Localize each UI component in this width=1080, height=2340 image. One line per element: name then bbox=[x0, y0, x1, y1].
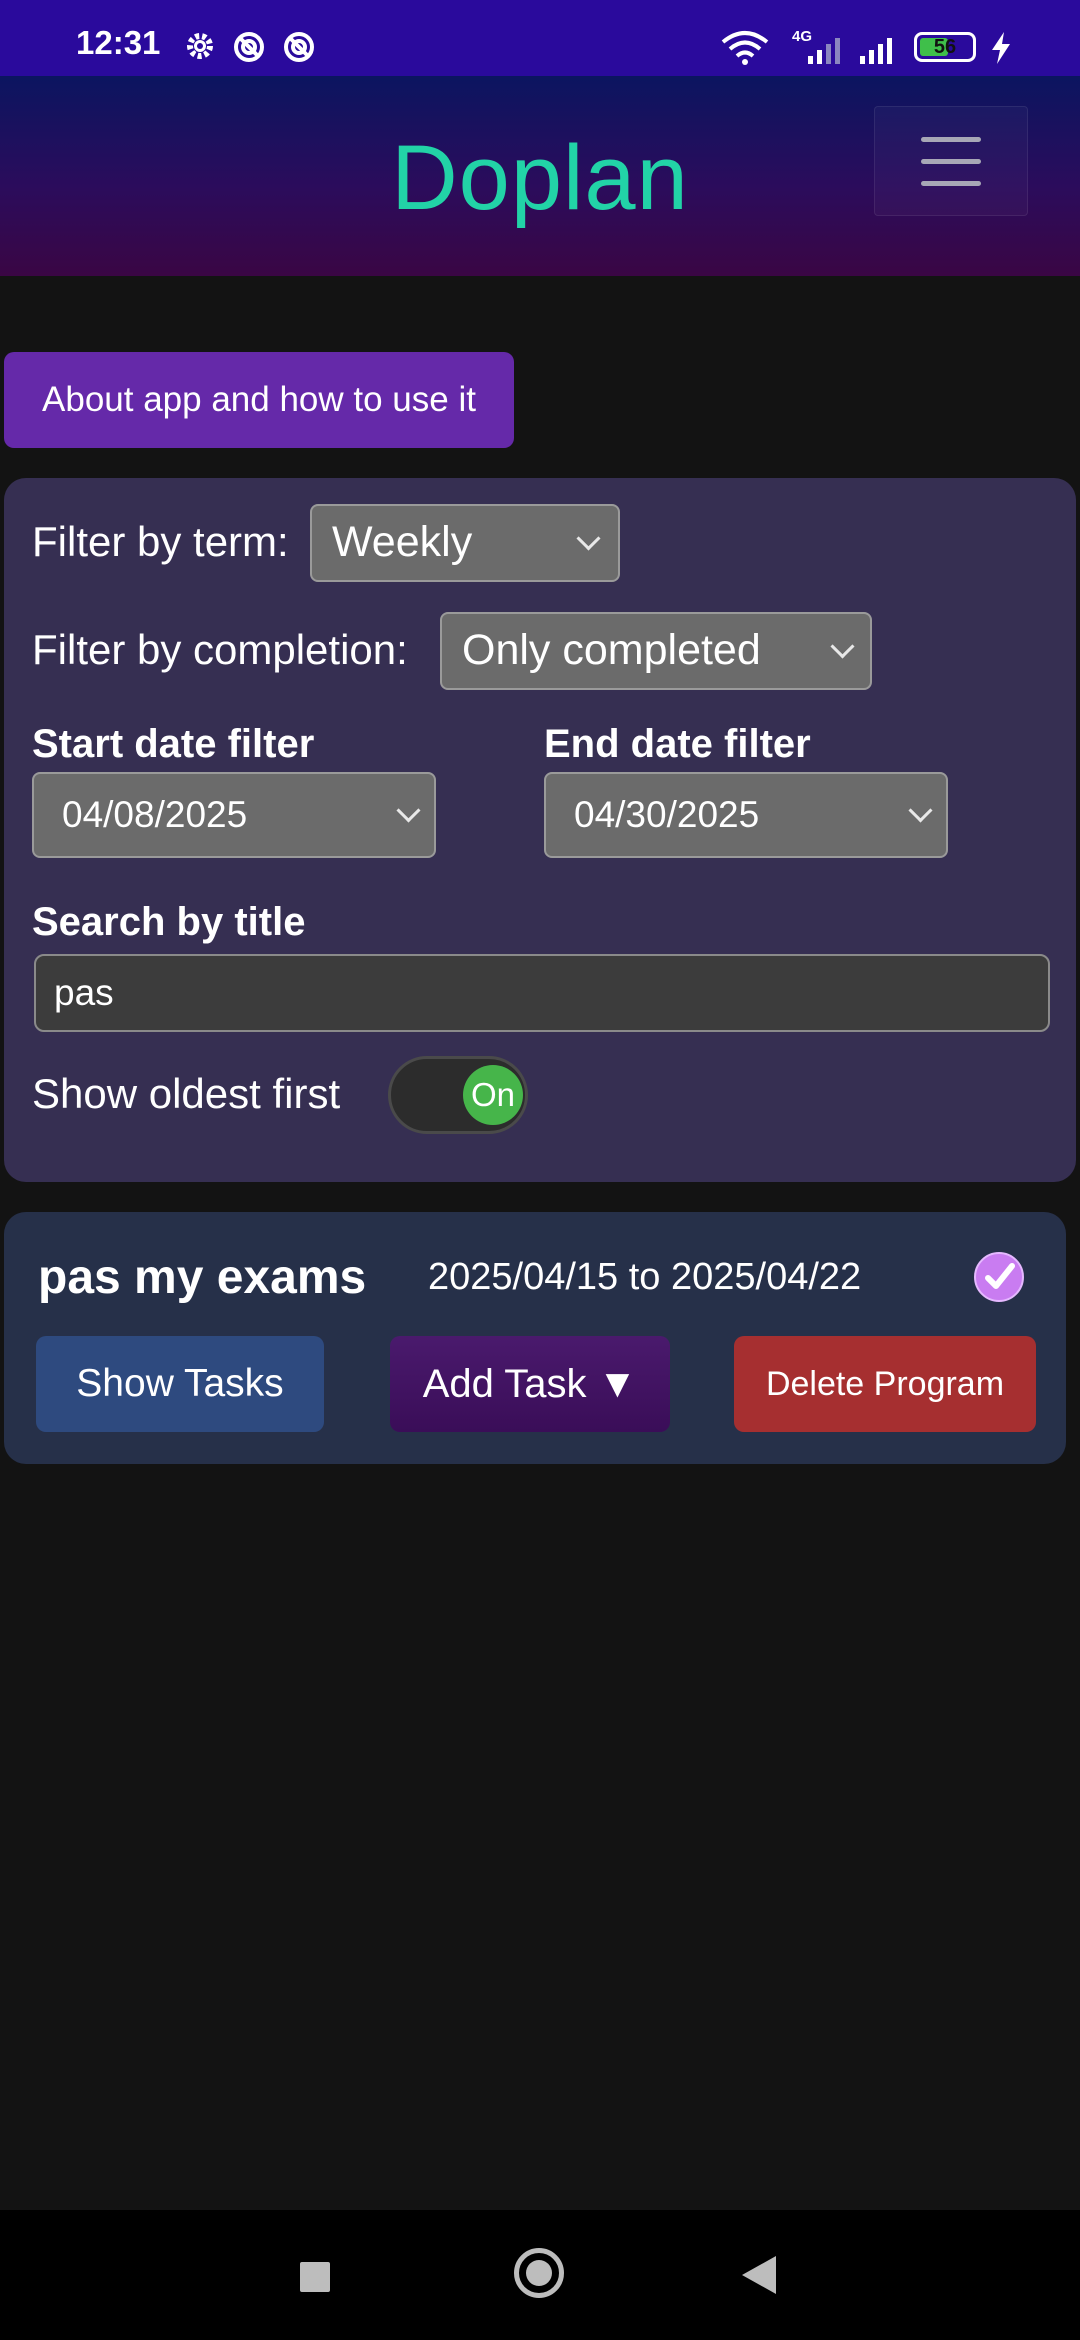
battery-level: 56 bbox=[933, 36, 957, 58]
wifi-icon bbox=[721, 31, 769, 65]
search-label: Search by title bbox=[32, 900, 306, 944]
signal-icon bbox=[808, 38, 840, 64]
data-saver-icon bbox=[234, 32, 264, 62]
back-icon[interactable] bbox=[742, 2256, 776, 2294]
chevron-down-icon bbox=[576, 526, 601, 551]
show-tasks-button[interactable]: Show Tasks bbox=[36, 1336, 324, 1432]
toggle-state: On bbox=[463, 1065, 523, 1125]
program-dates: 2025/04/15 to 2025/04/22 bbox=[428, 1256, 862, 1298]
app-header: Doplan bbox=[0, 76, 1080, 276]
check-circle-icon[interactable] bbox=[974, 1252, 1024, 1302]
start-date-label: Start date filter bbox=[32, 722, 315, 766]
oldest-first-toggle[interactable]: On bbox=[388, 1056, 528, 1134]
end-date-label: End date filter bbox=[544, 722, 811, 766]
start-date-value: 04/08/2025 bbox=[62, 794, 248, 835]
delete-program-button[interactable]: Delete Program bbox=[734, 1336, 1036, 1432]
gear-icon bbox=[187, 33, 213, 59]
program-card: pas my exams 2025/04/15 to 2025/04/22 Sh… bbox=[4, 1212, 1066, 1464]
chevron-down-icon bbox=[396, 798, 421, 823]
end-date-select[interactable]: 04/30/2025 bbox=[544, 772, 948, 858]
program-title: pas my exams bbox=[38, 1251, 367, 1304]
completion-filter-label: Filter by completion: bbox=[32, 626, 408, 673]
charging-icon bbox=[992, 32, 1010, 64]
term-filter-value: Weekly bbox=[332, 518, 473, 566]
chevron-down-icon bbox=[830, 634, 855, 659]
completion-filter-value: Only completed bbox=[462, 626, 761, 674]
add-task-button[interactable]: Add Task ▼ bbox=[390, 1336, 670, 1432]
home-icon[interactable] bbox=[514, 2248, 564, 2298]
recents-icon[interactable] bbox=[300, 2262, 330, 2292]
battery-icon: 56 bbox=[914, 32, 976, 62]
signal-icon bbox=[860, 38, 892, 64]
menu-button[interactable] bbox=[874, 106, 1028, 216]
search-input[interactable] bbox=[34, 954, 1050, 1032]
end-date-value: 04/30/2025 bbox=[574, 794, 760, 835]
status-bar: 12:31 4G 56 bbox=[0, 0, 1080, 76]
about-app-button[interactable]: About app and how to use it bbox=[4, 352, 514, 448]
start-date-select[interactable]: 04/08/2025 bbox=[32, 772, 436, 858]
filter-panel: Filter by term: Weekly Filter by complet… bbox=[4, 478, 1076, 1182]
chevron-down-icon bbox=[908, 798, 933, 823]
oldest-first-label: Show oldest first bbox=[32, 1070, 341, 1117]
data-saver-icon bbox=[284, 32, 314, 62]
completion-filter-select[interactable]: Only completed bbox=[440, 612, 872, 690]
term-filter-label: Filter by term: bbox=[32, 518, 289, 565]
status-time: 12:31 bbox=[76, 24, 161, 61]
term-filter-select[interactable]: Weekly bbox=[310, 504, 620, 582]
system-nav-bar bbox=[0, 2210, 1080, 2340]
